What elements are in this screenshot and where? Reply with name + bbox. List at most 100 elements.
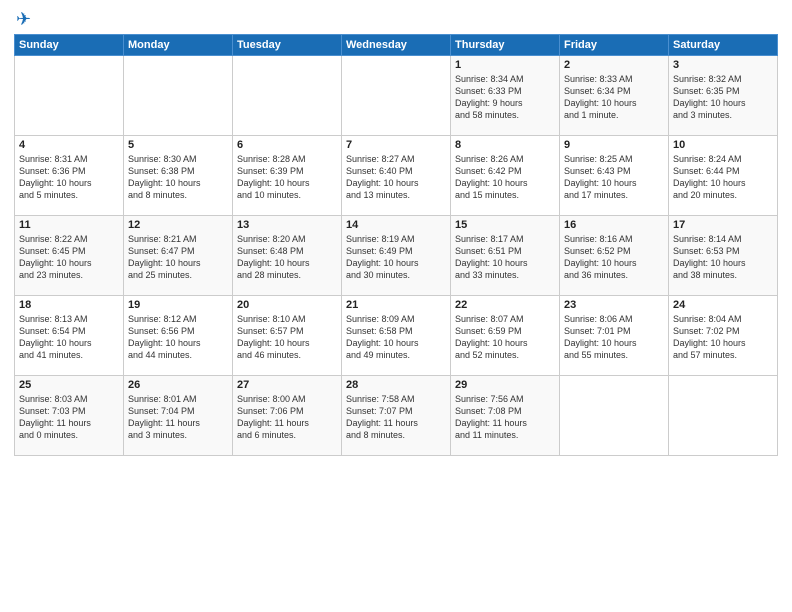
day-info: Sunrise: 7:56 AM Sunset: 7:08 PM Dayligh… [455,393,555,442]
calendar-cell: 18 Sunrise: 8:13 AM Sunset: 6:54 PM Dayli… [15,295,124,375]
day-number: 14 [346,219,446,231]
day-number: 18 [19,299,119,311]
calendar-cell: 14 Sunrise: 8:19 AM Sunset: 6:49 PM Dayli… [342,215,451,295]
day-info: Sunrise: 8:10 AM Sunset: 6:57 PM Dayligh… [237,313,337,362]
day-info: Sunrise: 8:28 AM Sunset: 6:39 PM Dayligh… [237,153,337,202]
day-info: Sunrise: 8:31 AM Sunset: 6:36 PM Dayligh… [19,153,119,202]
day-header-sunday: Sunday [15,34,124,55]
day-number: 11 [19,219,119,231]
day-info: Sunrise: 8:26 AM Sunset: 6:42 PM Dayligh… [455,153,555,202]
day-number: 19 [128,299,228,311]
day-info: Sunrise: 8:14 AM Sunset: 6:53 PM Dayligh… [673,233,773,282]
day-number: 17 [673,219,773,231]
calendar-cell: 7Sunrise: 8:27 AM Sunset: 6:40 PM Daylig… [342,135,451,215]
calendar-cell: 19 Sunrise: 8:12 AM Sunset: 6:56 PM Dayli… [124,295,233,375]
calendar-cell: 9Sunrise: 8:25 AM Sunset: 6:43 PM Daylig… [560,135,669,215]
day-number: 7 [346,139,446,151]
calendar-cell: 1Sunrise: 8:34 AM Sunset: 6:33 PM Daylig… [451,55,560,135]
day-info: Sunrise: 8:19 AM Sunset: 6:49 PM Dayligh… [346,233,446,282]
day-number: 16 [564,219,664,231]
calendar-table: SundayMondayTuesdayWednesdayThursdayFrid… [14,34,778,456]
calendar-cell [560,375,669,455]
day-number: 27 [237,379,337,391]
day-info: Sunrise: 8:09 AM Sunset: 6:58 PM Dayligh… [346,313,446,362]
calendar-cell: 17 Sunrise: 8:14 AM Sunset: 6:53 PM Dayli… [669,215,778,295]
day-info: Sunrise: 8:04 AM Sunset: 7:02 PM Dayligh… [673,313,773,362]
day-info: Sunrise: 8:06 AM Sunset: 7:01 PM Dayligh… [564,313,664,362]
calendar-cell: 20 Sunrise: 8:10 AM Sunset: 6:57 PM Dayli… [233,295,342,375]
day-info: Sunrise: 8:22 AM Sunset: 6:45 PM Dayligh… [19,233,119,282]
day-number: 20 [237,299,337,311]
calendar-cell: 28Sunrise: 7:58 AM Sunset: 7:07 PM Dayli… [342,375,451,455]
day-info: Sunrise: 8:25 AM Sunset: 6:43 PM Dayligh… [564,153,664,202]
day-info: Sunrise: 8:17 AM Sunset: 6:51 PM Dayligh… [455,233,555,282]
day-number: 25 [19,379,119,391]
day-info: Sunrise: 8:03 AM Sunset: 7:03 PM Dayligh… [19,393,119,442]
calendar-cell [342,55,451,135]
calendar-cell: 26 Sunrise: 8:01 AM Sunset: 7:04 PM Dayli… [124,375,233,455]
calendar-cell: 10Sunrise: 8:24 AM Sunset: 6:44 PM Dayli… [669,135,778,215]
calendar-cell: 6 Sunrise: 8:28 AM Sunset: 6:39 PM Daylig… [233,135,342,215]
calendar-cell: 22 Sunrise: 8:07 AM Sunset: 6:59 PM Dayli… [451,295,560,375]
day-info: Sunrise: 8:32 AM Sunset: 6:35 PM Dayligh… [673,73,773,122]
calendar-cell: 25 Sunrise: 8:03 AM Sunset: 7:03 PM Dayli… [15,375,124,455]
day-info: Sunrise: 8:16 AM Sunset: 6:52 PM Dayligh… [564,233,664,282]
week-row-2: 4Sunrise: 8:31 AM Sunset: 6:36 PM Daylig… [15,135,778,215]
day-number: 1 [455,59,555,71]
day-info: Sunrise: 8:01 AM Sunset: 7:04 PM Dayligh… [128,393,228,442]
day-number: 15 [455,219,555,231]
day-info: Sunrise: 8:21 AM Sunset: 6:47 PM Dayligh… [128,233,228,282]
week-row-5: 25 Sunrise: 8:03 AM Sunset: 7:03 PM Dayli… [15,375,778,455]
day-number: 21 [346,299,446,311]
calendar-cell [15,55,124,135]
calendar-cell [233,55,342,135]
day-header-row: SundayMondayTuesdayWednesdayThursdayFrid… [15,34,778,55]
day-info: Sunrise: 8:13 AM Sunset: 6:54 PM Dayligh… [19,313,119,362]
calendar-cell: 8Sunrise: 8:26 AM Sunset: 6:42 PM Daylig… [451,135,560,215]
calendar-cell: 24 Sunrise: 8:04 AM Sunset: 7:02 PM Dayli… [669,295,778,375]
calendar-cell: 2 Sunrise: 8:33 AM Sunset: 6:34 PM Daylig… [560,55,669,135]
calendar-cell: 27Sunrise: 8:00 AM Sunset: 7:06 PM Dayli… [233,375,342,455]
calendar-cell: 11 Sunrise: 8:22 AM Sunset: 6:45 PM Dayli… [15,215,124,295]
calendar-cell [669,375,778,455]
day-number: 12 [128,219,228,231]
header-row: ✈ [14,10,778,28]
day-number: 28 [346,379,446,391]
day-info: Sunrise: 8:07 AM Sunset: 6:59 PM Dayligh… [455,313,555,362]
logo-bird-icon: ✈ [16,10,31,30]
day-header-wednesday: Wednesday [342,34,451,55]
logo: ✈ [14,10,31,28]
week-row-3: 11 Sunrise: 8:22 AM Sunset: 6:45 PM Dayli… [15,215,778,295]
day-header-friday: Friday [560,34,669,55]
calendar-cell: 23 Sunrise: 8:06 AM Sunset: 7:01 PM Dayli… [560,295,669,375]
calendar-cell: 12 Sunrise: 8:21 AM Sunset: 6:47 PM Dayli… [124,215,233,295]
calendar-cell: 3 Sunrise: 8:32 AM Sunset: 6:35 PM Daylig… [669,55,778,135]
day-info: Sunrise: 8:33 AM Sunset: 6:34 PM Dayligh… [564,73,664,122]
day-number: 22 [455,299,555,311]
day-number: 2 [564,59,664,71]
day-header-monday: Monday [124,34,233,55]
day-number: 6 [237,139,337,151]
calendar-cell: 16 Sunrise: 8:16 AM Sunset: 6:52 PM Dayli… [560,215,669,295]
day-header-thursday: Thursday [451,34,560,55]
calendar-cell: 5 Sunrise: 8:30 AM Sunset: 6:38 PM Daylig… [124,135,233,215]
day-header-tuesday: Tuesday [233,34,342,55]
day-number: 3 [673,59,773,71]
main-container: ✈ SundayMondayTuesdayWednesdayThursdayFr… [0,0,792,464]
week-row-1: 1Sunrise: 8:34 AM Sunset: 6:33 PM Daylig… [15,55,778,135]
day-number: 13 [237,219,337,231]
day-header-saturday: Saturday [669,34,778,55]
day-number: 5 [128,139,228,151]
day-number: 24 [673,299,773,311]
calendar-cell: 4Sunrise: 8:31 AM Sunset: 6:36 PM Daylig… [15,135,124,215]
day-number: 10 [673,139,773,151]
calendar-cell: 21 Sunrise: 8:09 AM Sunset: 6:58 PM Dayli… [342,295,451,375]
day-number: 26 [128,379,228,391]
calendar-cell [124,55,233,135]
day-number: 23 [564,299,664,311]
day-info: Sunrise: 8:30 AM Sunset: 6:38 PM Dayligh… [128,153,228,202]
day-number: 29 [455,379,555,391]
calendar-cell: 29 Sunrise: 7:56 AM Sunset: 7:08 PM Dayli… [451,375,560,455]
day-info: Sunrise: 8:12 AM Sunset: 6:56 PM Dayligh… [128,313,228,362]
calendar-cell: 15 Sunrise: 8:17 AM Sunset: 6:51 PM Dayli… [451,215,560,295]
